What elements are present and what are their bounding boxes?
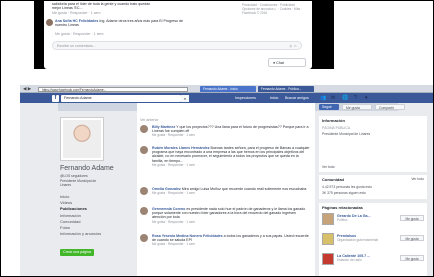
related-pages-card: Páginas relacionadas Gerardo De La Ga...… (319, 203, 427, 276)
search-icon[interactable]: ⌕ (181, 94, 189, 102)
page-thumbnail[interactable] (322, 253, 334, 265)
profile-category: Presidente Municipal de Linares (60, 179, 97, 187)
avatar[interactable] (140, 125, 148, 133)
related-page-item[interactable]: Premialsos Organización gubernamental Me… (322, 233, 424, 249)
comment-input[interactable]: Escribe un comentario... ◎ ☺ (52, 41, 302, 50)
community-card: Comunidad Ver todo 4.42.973 personas les… (319, 175, 427, 199)
comment-body: Rosa Yesenia Medina Nonero Felicidades a… (152, 234, 310, 247)
related-page-item[interactable]: Gerardo De La Ga... Político Me gusta (322, 213, 424, 229)
comment-text: Mira amigo Luisa Muñoz que recuerde cuan… (181, 187, 307, 191)
page-like-button[interactable]: Me gusta (400, 255, 424, 261)
browser-toolbar: ◀ ▶ https://www.facebook.com/FernandoAda… (20, 85, 433, 93)
chat-label: Chat (276, 61, 284, 65)
comment-body: Rubén Morales Llanes Hernández Buenas ta… (152, 146, 310, 167)
avatar[interactable] (140, 207, 148, 215)
share-button[interactable]: Compartir (375, 104, 405, 110)
facebook-header: f Fernando Adame ⌕ Inspecciones Inicio B… (20, 93, 433, 103)
messages-icon[interactable]: ✉ (331, 95, 335, 101)
comment-meta[interactable]: Me gusta · Responder · 1 sem (152, 163, 195, 167)
create-page-button[interactable]: Crear una página (60, 249, 94, 256)
community-see-all-link[interactable]: Ver todo (408, 176, 427, 182)
nav-inspecciones[interactable]: Inspecciones (235, 95, 256, 101)
comment-text: Y que los proyectos??? Una llana para el… (152, 125, 309, 134)
like-button[interactable]: Me gusta (342, 104, 372, 110)
tab-publicaciones[interactable]: Fernando Adame - Publica... (258, 86, 314, 92)
notifications-icon[interactable]: 🌐 (342, 95, 348, 101)
info-card: Información PÁGINA PÚBLICA Presidente Mu… (319, 116, 427, 172)
tab-inicio[interactable]: Fernando Adame - Inicio (200, 86, 256, 92)
related-page-item[interactable]: La Caliente 105.7 ... Estación de radio … (322, 253, 424, 269)
nav-item-info-anuncios[interactable]: Información y anuncios (60, 231, 110, 237)
menu-dropdown-icon[interactable]: ▾ (365, 95, 368, 101)
right-sidebar: Seguir Me gusta Compartir Información PÁ… (319, 103, 427, 276)
avatar[interactable] (46, 19, 53, 26)
info-title: Información (322, 118, 345, 123)
post-comments-card: sabiduría para el líder de toda la gente… (44, 1, 312, 69)
profile-photo (63, 120, 101, 158)
page-thumbnail[interactable] (322, 233, 334, 245)
info-category: Presidente Municipal de Linares (322, 132, 371, 137)
see-all-link[interactable]: Ver todo (319, 164, 338, 170)
address-bar[interactable]: https://www.facebook.com/FernandoAdame..… (38, 86, 188, 92)
footer-copyright: Facebook © 2016 (242, 11, 268, 15)
comment-meta[interactable]: Me gusta · Responder · 1 sem (152, 242, 195, 246)
page-like-button[interactable]: Me gusta (400, 215, 424, 221)
follow-button[interactable]: Seguir (319, 104, 339, 110)
avatar[interactable] (140, 146, 148, 154)
tab-strip: Fernando Adame - Inicio Fernando Adame -… (200, 86, 314, 92)
page-like-button[interactable]: Me gusta (400, 235, 424, 241)
chat-button[interactable]: ● Chat (268, 58, 306, 67)
comment-body: Billy Martínez Y que los proyectos??? Un… (152, 125, 310, 138)
community-follows: 3K 375 personas siguen esto (322, 191, 366, 196)
comment-text-continued-2: mejor Líneas 'EC... (52, 6, 83, 10)
comment-meta[interactable]: Me gusta · Responder · 1 sem (152, 133, 195, 137)
view-previous-link[interactable]: Ver anterior (140, 118, 159, 122)
page-category: Organización gubernamental (337, 238, 378, 242)
top-screenshot: sabiduría para el líder de toda la gente… (34, 1, 334, 69)
page-category: Político (337, 218, 348, 222)
comment-body: Omelia Gonzalez Mira amigo Luisa Muñoz q… (152, 187, 310, 195)
search-input[interactable]: Fernando Adame (61, 94, 181, 102)
page-thumbnail[interactable] (322, 213, 334, 225)
nav-buscar-amigos[interactable]: Buscar amigos (285, 95, 309, 101)
page-nav: Inicio Videos Publicaciones Información … (60, 194, 110, 237)
facebook-logo[interactable]: f (52, 94, 59, 102)
comment-meta[interactable]: Me gusta · Responder · 1 sem (52, 11, 101, 15)
screenshot-frame: sabiduría para el líder de toda la gente… (0, 0, 434, 277)
help-icon[interactable]: ? (354, 95, 357, 101)
page-actions: Seguir Me gusta Compartir (319, 103, 427, 111)
comment-body: Germemnia Coreno es presidente nada solo… (152, 207, 310, 224)
comment-meta-2[interactable]: Me gusta · Responder · 1 sem (55, 32, 104, 36)
profile-handle: @LOS seguidores (60, 174, 88, 178)
comment-meta[interactable]: Me gusta · Responder · 1 sem (152, 191, 195, 195)
comments-feed: Ver anterior Billy Martínez Y que los pr… (137, 103, 315, 276)
friend-requests-icon[interactable]: 👥 (320, 95, 326, 101)
profile-name[interactable]: Fernando Adame (60, 165, 114, 172)
comment-body: Ana Sofía HC Felicidades Ing. Adame otro… (55, 19, 195, 27)
nav-inicio[interactable]: Inicio (270, 95, 278, 101)
avatar[interactable] (140, 234, 148, 242)
avatar[interactable] (140, 187, 148, 195)
camera-icon[interactable]: ◎ ☺ (289, 44, 297, 48)
back-forward-icon[interactable]: ◀ ▶ (23, 86, 31, 92)
bottom-screenshot: ◀ ▶ https://www.facebook.com/FernandoAda… (20, 85, 433, 276)
profile-picture[interactable] (60, 117, 104, 161)
related-pages-title: Páginas relacionadas (322, 205, 363, 210)
page-category: Estación de radio (337, 258, 362, 262)
comment-placeholder: Escribe un comentario... (57, 44, 96, 48)
comment-meta[interactable]: Me gusta · Responder · 1 sem (152, 220, 195, 224)
